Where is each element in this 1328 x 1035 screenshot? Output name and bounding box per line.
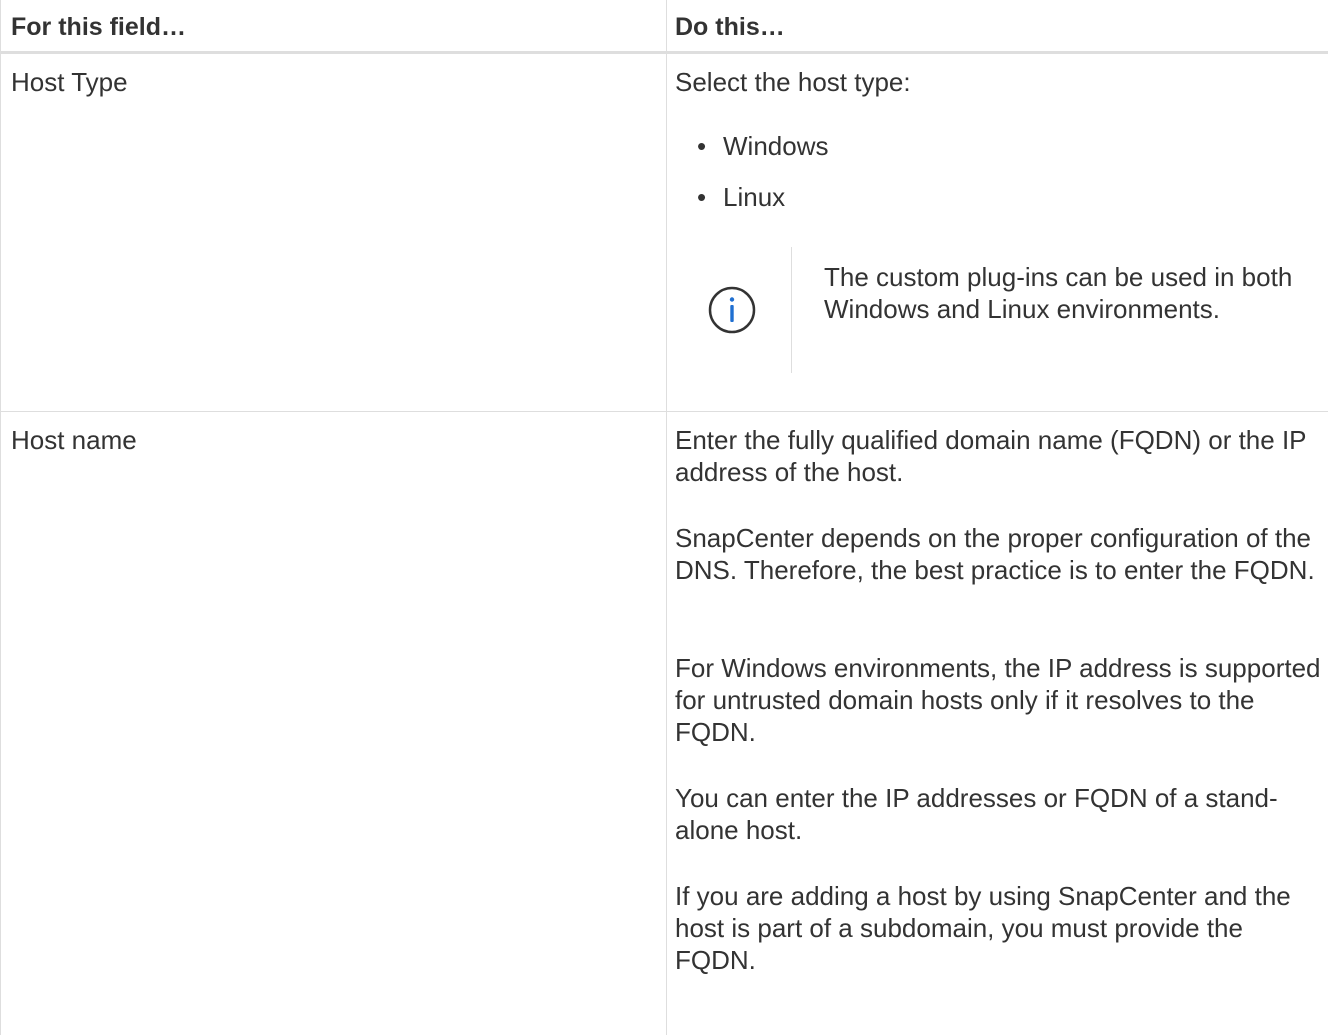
bullet-marker: • bbox=[697, 182, 707, 212]
header-field-column: For this field… bbox=[11, 13, 186, 41]
field-name-host-name: Host name bbox=[11, 425, 137, 455]
host-name-paragraph-3: For Windows environments, the IP address… bbox=[675, 653, 1321, 747]
header-action-column: Do this… bbox=[675, 13, 785, 41]
column-divider bbox=[666, 0, 667, 1035]
host-name-paragraph-1: Enter the fully qualified domain name (F… bbox=[675, 425, 1307, 487]
host-name-paragraph-4: You can enter the IP addresses or FQDN o… bbox=[675, 783, 1278, 845]
note-divider bbox=[791, 247, 792, 373]
bullet-marker: • bbox=[697, 131, 707, 161]
info-icon bbox=[707, 285, 757, 335]
list-item: • Windows bbox=[697, 130, 828, 181]
admonition-note: The custom plug-ins can be used in both … bbox=[675, 245, 1328, 373]
field-description-table: For this field… Do this… Host Type Selec… bbox=[0, 0, 1328, 1035]
option-windows: Windows bbox=[723, 131, 829, 161]
field-name-host-type: Host Type bbox=[11, 67, 128, 97]
note-text: The custom plug-ins can be used in both … bbox=[824, 262, 1293, 324]
list-item: • Linux bbox=[697, 181, 828, 232]
table-header-row: For this field… Do this… bbox=[1, 0, 1328, 54]
host-type-options-list: • Windows • Linux bbox=[697, 130, 828, 232]
host-name-paragraph-2: SnapCenter depends on the proper configu… bbox=[675, 523, 1315, 585]
host-name-paragraph-5: If you are adding a host by using SnapCe… bbox=[675, 881, 1291, 975]
host-type-intro: Select the host type: bbox=[675, 67, 911, 97]
row-divider bbox=[1, 411, 1328, 412]
option-linux: Linux bbox=[723, 182, 786, 212]
